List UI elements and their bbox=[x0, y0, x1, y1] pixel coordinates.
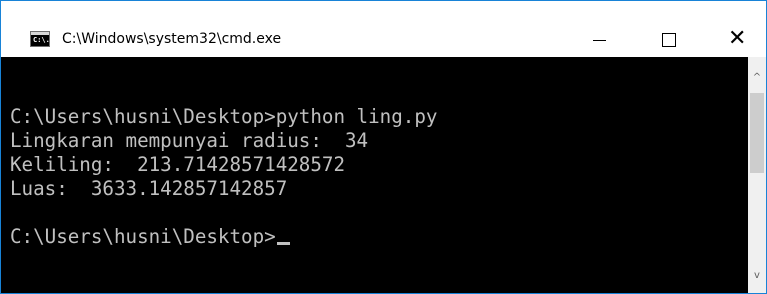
close-button[interactable]: ✕ bbox=[716, 23, 762, 55]
vertical-scrollbar[interactable]: ^ v bbox=[748, 57, 766, 293]
minimize-icon bbox=[593, 40, 606, 41]
console-line-command: C:\Users\husni\Desktop>python ling.py bbox=[10, 105, 438, 128]
scroll-up-arrow-icon[interactable]: ^ bbox=[748, 69, 766, 87]
console-prompt-line[interactable]: C:\Users\husni\Desktop> bbox=[10, 225, 290, 249]
text-cursor bbox=[276, 242, 290, 245]
console-line-radius: Lingkaran mempunyai radius: 34 bbox=[10, 129, 369, 152]
close-icon: ✕ bbox=[728, 26, 747, 51]
cmd-icon-glyph: C:\. bbox=[33, 36, 50, 44]
console-prompt: C:\Users\husni\Desktop> bbox=[10, 225, 276, 248]
minimize-button[interactable] bbox=[576, 23, 622, 55]
cmd-icon-bar bbox=[31, 32, 49, 35]
cmd-window: C:\. C:\Windows\system32\cmd.exe ✕ C:\Us… bbox=[0, 0, 767, 294]
console-line-keliling: Keliling: 213.71428571428572 bbox=[10, 153, 346, 176]
window-title: C:\Windows\system32\cmd.exe bbox=[62, 31, 282, 47]
cmd-icon[interactable]: C:\. bbox=[30, 31, 50, 47]
maximize-button[interactable] bbox=[646, 23, 692, 55]
maximize-icon bbox=[662, 33, 676, 47]
title-bar[interactable]: C:\. C:\Windows\system32\cmd.exe ✕ bbox=[1, 1, 766, 57]
console-output[interactable]: C:\Users\husni\Desktop>python ling.py Li… bbox=[1, 57, 748, 293]
console-line-luas: Luas: 3633.142857142857 bbox=[10, 177, 288, 200]
scroll-down-arrow-icon[interactable]: v bbox=[748, 267, 766, 285]
scroll-thumb[interactable] bbox=[750, 93, 764, 173]
